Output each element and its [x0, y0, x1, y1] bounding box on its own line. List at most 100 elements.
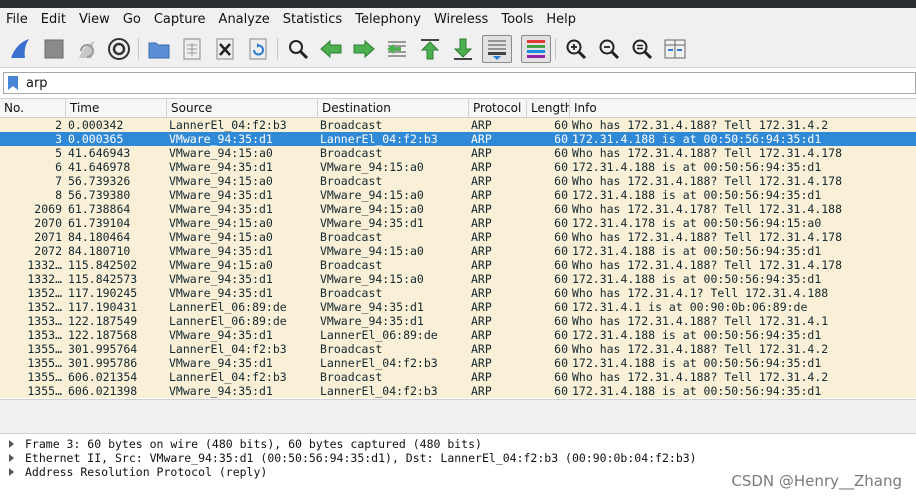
packet-row[interactable]: 2072 84.180710 VMware_94:35:d1 VMware_94:15… [0, 244, 916, 258]
packet-list-header: No. Time Source Destination Protocol Len… [0, 99, 916, 118]
pane-splitter[interactable] [0, 399, 916, 434]
packet-row[interactable]: 1355… 301.995786 VMware_94:35:d1 LannerEl_0… [0, 356, 916, 370]
expand-triangle-icon[interactable] [9, 468, 14, 476]
stop-capture-button[interactable] [40, 35, 68, 63]
packet-row[interactable]: 1332… 115.842573 VMware_94:35:d1 VMware_94:… [0, 272, 916, 286]
zoom-normal-button[interactable] [628, 35, 656, 63]
open-file-button[interactable] [145, 35, 173, 63]
close-file-button[interactable] [211, 35, 239, 63]
packet-cell-source: VMware_94:35:d1 [169, 286, 273, 300]
menu-view[interactable]: View [79, 12, 110, 27]
menu-telephony[interactable]: Telephony [355, 12, 421, 27]
packet-row[interactable]: 1355… 301.995764 LannerEl_04:f2:b3 Broadcas… [0, 342, 916, 356]
packet-row-selected[interactable]: 3 0.000365 VMware_94:35:d1 LannerEl_04:f2:b… [0, 132, 916, 146]
expand-triangle-icon[interactable] [9, 440, 14, 448]
display-filter-input[interactable] [26, 74, 906, 92]
packet-row[interactable]: 1355… 606.021398 VMware_94:35:d1 LannerEl_0… [0, 384, 916, 398]
packet-row[interactable]: 7 56.739326 VMware_94:15:a0 Broadcast ARP 60 W… [0, 174, 916, 188]
column-header-time[interactable]: Time [66, 99, 167, 117]
auto-scroll-button[interactable] [482, 35, 512, 63]
packet-row[interactable]: 1353… 122.187549 LannerEl_06:89:de VMware_9… [0, 314, 916, 328]
arrow-left-icon [320, 39, 342, 59]
reload-file-button[interactable] [244, 35, 272, 63]
menu-help[interactable]: Help [546, 12, 576, 27]
packet-cell-destination: LannerEl_04:f2:b3 [320, 132, 438, 146]
packet-row[interactable]: 1352… 117.190245 VMware_94:35:d1 Broadcast A… [0, 286, 916, 300]
column-header-info[interactable]: Info [570, 99, 916, 117]
resize-columns-button[interactable] [661, 35, 689, 63]
packet-row[interactable]: 2 0.000342 LannerEl_04:f2:b3 Broadcast ARP 60… [0, 118, 916, 132]
packet-cell-no: 1353… [27, 314, 62, 328]
packet-cell-source: VMware_94:35:d1 [169, 188, 273, 202]
menu-statistics[interactable]: Statistics [283, 12, 342, 27]
column-header-no[interactable]: No. [0, 99, 66, 117]
packet-cell-no: 8 [55, 188, 62, 202]
go-forward-button[interactable] [350, 35, 378, 63]
go-to-packet-button[interactable] [383, 35, 411, 63]
packet-row[interactable]: 8 56.739380 VMware_94:35:d1 VMware_94:15:a0… [0, 188, 916, 202]
menu-capture[interactable]: Capture [154, 12, 206, 27]
column-header-protocol[interactable]: Protocol [469, 99, 527, 117]
column-header-destination[interactable]: Destination [318, 99, 469, 117]
start-capture-button[interactable] [6, 35, 34, 63]
save-file-button[interactable] [178, 35, 206, 63]
menu-analyze[interactable]: Analyze [219, 12, 270, 27]
packet-cell-length: 60 [554, 356, 568, 370]
packet-cell-source: VMware_94:35:d1 [169, 328, 273, 342]
packet-cell-length: 60 [554, 342, 568, 356]
zoom-normal-icon [632, 39, 653, 60]
menu-edit[interactable]: Edit [41, 12, 66, 27]
packet-cell-length: 60 [554, 216, 568, 230]
capture-options-button[interactable] [105, 35, 133, 63]
packet-row[interactable]: 6 41.646978 VMware_94:35:d1 VMware_94:15:a0… [0, 160, 916, 174]
packet-cell-no: 1353… [27, 328, 62, 342]
arrow-down-bottom-icon [453, 38, 473, 60]
stop-icon [44, 39, 64, 59]
zoom-in-button[interactable] [562, 35, 590, 63]
column-header-length[interactable]: Length [527, 99, 570, 117]
packet-row[interactable]: 1352… 117.190431 LannerEl_06:89:de VMware_9… [0, 300, 916, 314]
packet-cell-length: 60 [554, 300, 568, 314]
find-packet-button[interactable] [284, 35, 312, 63]
packet-cell-destination: VMware_94:15:a0 [320, 202, 424, 216]
main-toolbar [0, 30, 916, 68]
menu-wireless[interactable]: Wireless [434, 12, 488, 27]
detail-tree-item[interactable]: Frame 3: 60 bytes on wire (480 bits), 60… [0, 437, 916, 451]
packet-cell-no: 1355… [27, 356, 62, 370]
packet-cell-no: 5 [55, 146, 62, 160]
restart-capture-button[interactable] [73, 35, 101, 63]
menu-file[interactable]: File [6, 12, 28, 27]
packet-row[interactable]: 2071 84.180464 VMware_94:15:a0 Broadcast ARP… [0, 230, 916, 244]
packet-cell-time: 0.000365 [68, 132, 124, 146]
column-header-source[interactable]: Source [167, 99, 318, 117]
colorize-button[interactable] [521, 35, 551, 63]
packet-cell-length: 60 [554, 328, 568, 342]
last-packet-button[interactable] [449, 35, 477, 63]
go-back-button[interactable] [317, 35, 345, 63]
detail-tree-label: Ethernet II, Src: VMware_94:35:d1 (00:50… [25, 451, 697, 465]
expand-triangle-icon[interactable] [9, 454, 14, 462]
packet-cell-protocol: ARP [471, 384, 492, 398]
packet-cell-time: 41.646978 [68, 160, 131, 174]
menu-bar: File Edit View Go Capture Analyze Statis… [0, 8, 916, 30]
packet-row[interactable]: 1332… 115.842502 VMware_94:15:a0 Broadcast A… [0, 258, 916, 272]
packet-row[interactable]: 1355… 606.021354 LannerEl_04:f2:b3 Broadcas… [0, 370, 916, 384]
packet-cell-source: VMware_94:15:a0 [169, 146, 273, 160]
menu-tools[interactable]: Tools [501, 12, 533, 27]
zoom-in-icon [566, 39, 587, 60]
packet-cell-no: 1352… [27, 300, 62, 314]
packet-row[interactable]: 1353… 122.187568 VMware_94:35:d1 LannerEl_0… [0, 328, 916, 342]
packet-row[interactable]: 5 41.646943 VMware_94:15:a0 Broadcast ARP 60 W… [0, 146, 916, 160]
menu-go[interactable]: Go [123, 12, 141, 27]
bookmark-icon[interactable] [8, 76, 18, 90]
packet-row[interactable]: 2069 61.738864 VMware_94:35:d1 VMware_94:15… [0, 202, 916, 216]
packet-cell-length: 60 [554, 314, 568, 328]
first-packet-button[interactable] [416, 35, 444, 63]
packet-details-tree: Frame 3: 60 bytes on wire (480 bits), 60… [0, 434, 916, 501]
packet-row[interactable]: 2070 61.739104 VMware_94:15:a0 VMware_94:35… [0, 216, 916, 230]
packet-cell-no: 6 [55, 160, 62, 174]
packet-cell-protocol: ARP [471, 216, 492, 230]
detail-tree-item[interactable]: Ethernet II, Src: VMware_94:35:d1 (00:50… [0, 451, 916, 465]
zoom-out-button[interactable] [595, 35, 623, 63]
packet-cell-info: Who has 172.31.4.188? Tell 172.31.4.178 [572, 258, 843, 272]
